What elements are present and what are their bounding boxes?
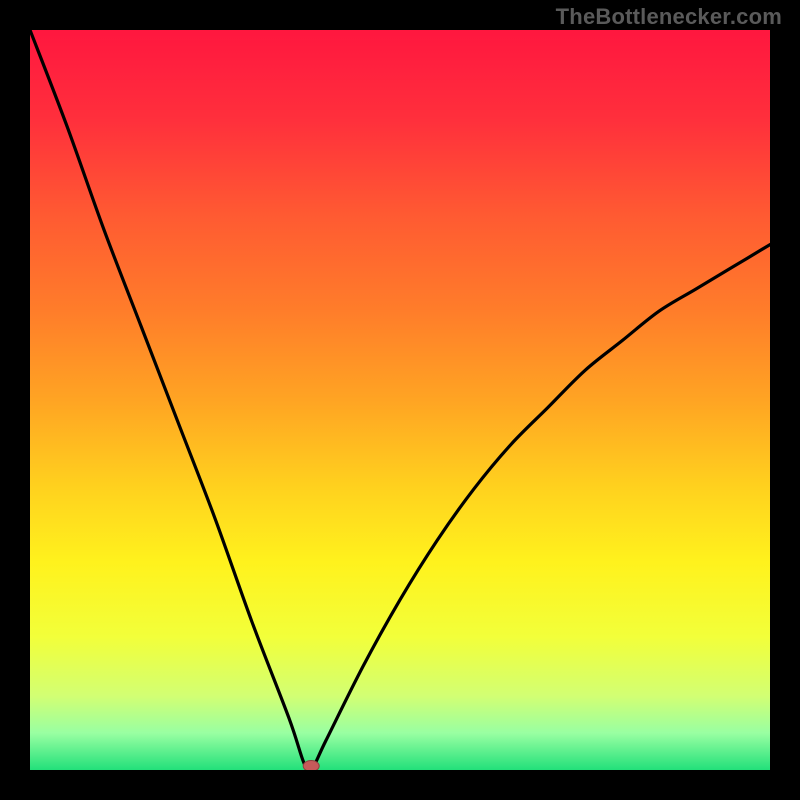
gradient-background (30, 30, 770, 770)
optimal-point-marker (303, 761, 319, 771)
chart-plot-area (30, 30, 770, 770)
chart-svg (30, 30, 770, 770)
chart-frame: TheBottlenecker.com (0, 0, 800, 800)
watermark-text: TheBottlenecker.com (556, 4, 782, 30)
